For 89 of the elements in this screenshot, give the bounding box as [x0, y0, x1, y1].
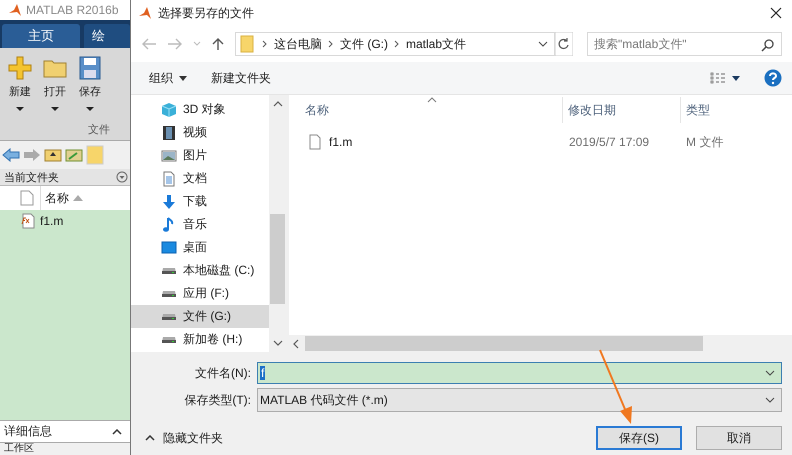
folder-up-icon[interactable]: [44, 148, 62, 162]
file-type-dropdown[interactable]: MATLAB 代码文件 (*.m): [257, 388, 782, 412]
caret-down-icon: [179, 76, 187, 80]
nav-item[interactable]: 视频: [131, 121, 269, 144]
chevron-down-icon: [765, 370, 775, 376]
scrollbar[interactable]: [289, 335, 792, 352]
close-icon[interactable]: [770, 7, 782, 19]
details-view-icon: [710, 72, 726, 84]
nav-item[interactable]: 文档: [131, 167, 269, 190]
cancel-button[interactable]: 取消: [696, 426, 782, 450]
plus-icon: [8, 56, 32, 80]
field-label: 文件名(N):: [194, 364, 251, 382]
nav-item[interactable]: 桌面: [131, 236, 269, 259]
film-strip-icon: [161, 124, 177, 140]
search-icon: [761, 38, 775, 52]
scrollbar[interactable]: [269, 95, 286, 352]
breadcrumb-item[interactable]: matlab文件: [406, 36, 466, 52]
drive-icon: [161, 314, 177, 320]
panel-title: 当前文件夹: [4, 170, 59, 184]
column-header[interactable]: 修改日期: [563, 97, 681, 123]
toolbar-button[interactable]: 组织: [149, 70, 187, 86]
window-title: 选择要另存的文件: [158, 4, 255, 22]
ribbon-tab[interactable]: 主页: [2, 24, 80, 48]
chevron-right-icon: [328, 40, 334, 48]
section-label: 文件: [87, 122, 111, 138]
nav-item[interactable]: 文件 (G:): [131, 305, 269, 328]
picture-icon: [161, 148, 177, 164]
up-arrow-icon[interactable]: [211, 37, 225, 51]
ribbon-tab[interactable]: 绘: [84, 24, 130, 48]
sort-up-icon: [73, 195, 83, 201]
scrollbar-thumb[interactable]: [270, 214, 285, 304]
panel-title: 工作区: [4, 443, 34, 455]
matlab-logo-icon: [8, 3, 22, 17]
table-cell-text: 2019/5/7 17:09: [568, 135, 650, 149]
toolbar-button[interactable]: 打开: [43, 56, 67, 111]
field-label: 保存类型(T):: [183, 392, 251, 408]
folder-icon: [86, 145, 104, 165]
scrollbar-thumb[interactable]: [305, 336, 703, 351]
nav-item[interactable]: 新加卷 (H:): [131, 328, 269, 351]
blank-file-icon: [20, 190, 34, 206]
save-button[interactable]: 保存(S): [596, 426, 682, 450]
function-file-icon: [20, 213, 36, 229]
drive-icon: [161, 336, 177, 342]
caret-down-icon: [732, 76, 740, 80]
nav-item[interactable]: 下载: [131, 190, 269, 213]
sort-caret-icon: [427, 97, 437, 103]
folder-icon: [240, 35, 254, 53]
window-title: MATLAB R2016b: [26, 3, 118, 17]
drive-icon: [161, 268, 177, 274]
chevron-down-icon: [765, 397, 775, 403]
chevron-down-icon[interactable]: [538, 41, 548, 47]
monitor-icon: [161, 240, 177, 256]
address-bar[interactable]: 这台电脑 文件 (G:) matlab文件: [235, 32, 555, 56]
toolbar-button[interactable]: 新建文件夹: [211, 70, 271, 86]
help-icon[interactable]: [764, 69, 782, 87]
nav-item[interactable]: 图片: [131, 144, 269, 167]
nav-item[interactable]: 音乐: [131, 213, 269, 236]
cube-icon: [161, 102, 177, 118]
back-arrow-icon[interactable]: [2, 148, 20, 162]
chevron-up-icon: [145, 435, 155, 441]
refresh-icon[interactable]: [555, 32, 573, 56]
nav-item[interactable]: 3D 对象: [131, 98, 269, 121]
drive-icon: [161, 290, 177, 296]
column-header[interactable]: 名称: [289, 97, 563, 123]
panel-title: 详细信息: [4, 423, 52, 440]
search-field[interactable]: 搜索"matlab文件": [587, 32, 782, 56]
down-arrow-icon: [161, 194, 177, 210]
view-options-button[interactable]: [710, 72, 740, 84]
filename-field[interactable]: f: [257, 362, 782, 384]
toolbar-button[interactable]: 新建: [8, 56, 32, 111]
file-name[interactable]: f1.m: [329, 135, 352, 149]
dropdown-icon[interactable]: [116, 171, 128, 183]
document-icon: [161, 170, 177, 186]
nav-item[interactable]: 应用 (F:): [131, 282, 269, 305]
hide-folders-toggle[interactable]: 隐藏文件夹: [131, 430, 223, 446]
chevron-up-icon: [272, 101, 282, 107]
chevron-right-icon: [394, 40, 400, 48]
toolbar-button[interactable]: 保存: [78, 56, 102, 111]
chevron-up-icon[interactable]: [112, 428, 122, 434]
file-icon: [309, 134, 321, 150]
breadcrumb-item[interactable]: 文件 (G:): [340, 36, 388, 52]
nav-item[interactable]: 本地磁盘 (C:): [131, 259, 269, 282]
breadcrumb-item[interactable]: 这台电脑: [274, 36, 322, 52]
table-cell-text: M 文件: [685, 134, 724, 150]
chevron-down-icon: [272, 340, 282, 346]
matlab-logo-icon: [138, 6, 152, 20]
chevron-left-icon: [293, 338, 299, 348]
column-header[interactable]: 类型: [681, 97, 792, 123]
chevron-right-icon: [262, 40, 268, 48]
